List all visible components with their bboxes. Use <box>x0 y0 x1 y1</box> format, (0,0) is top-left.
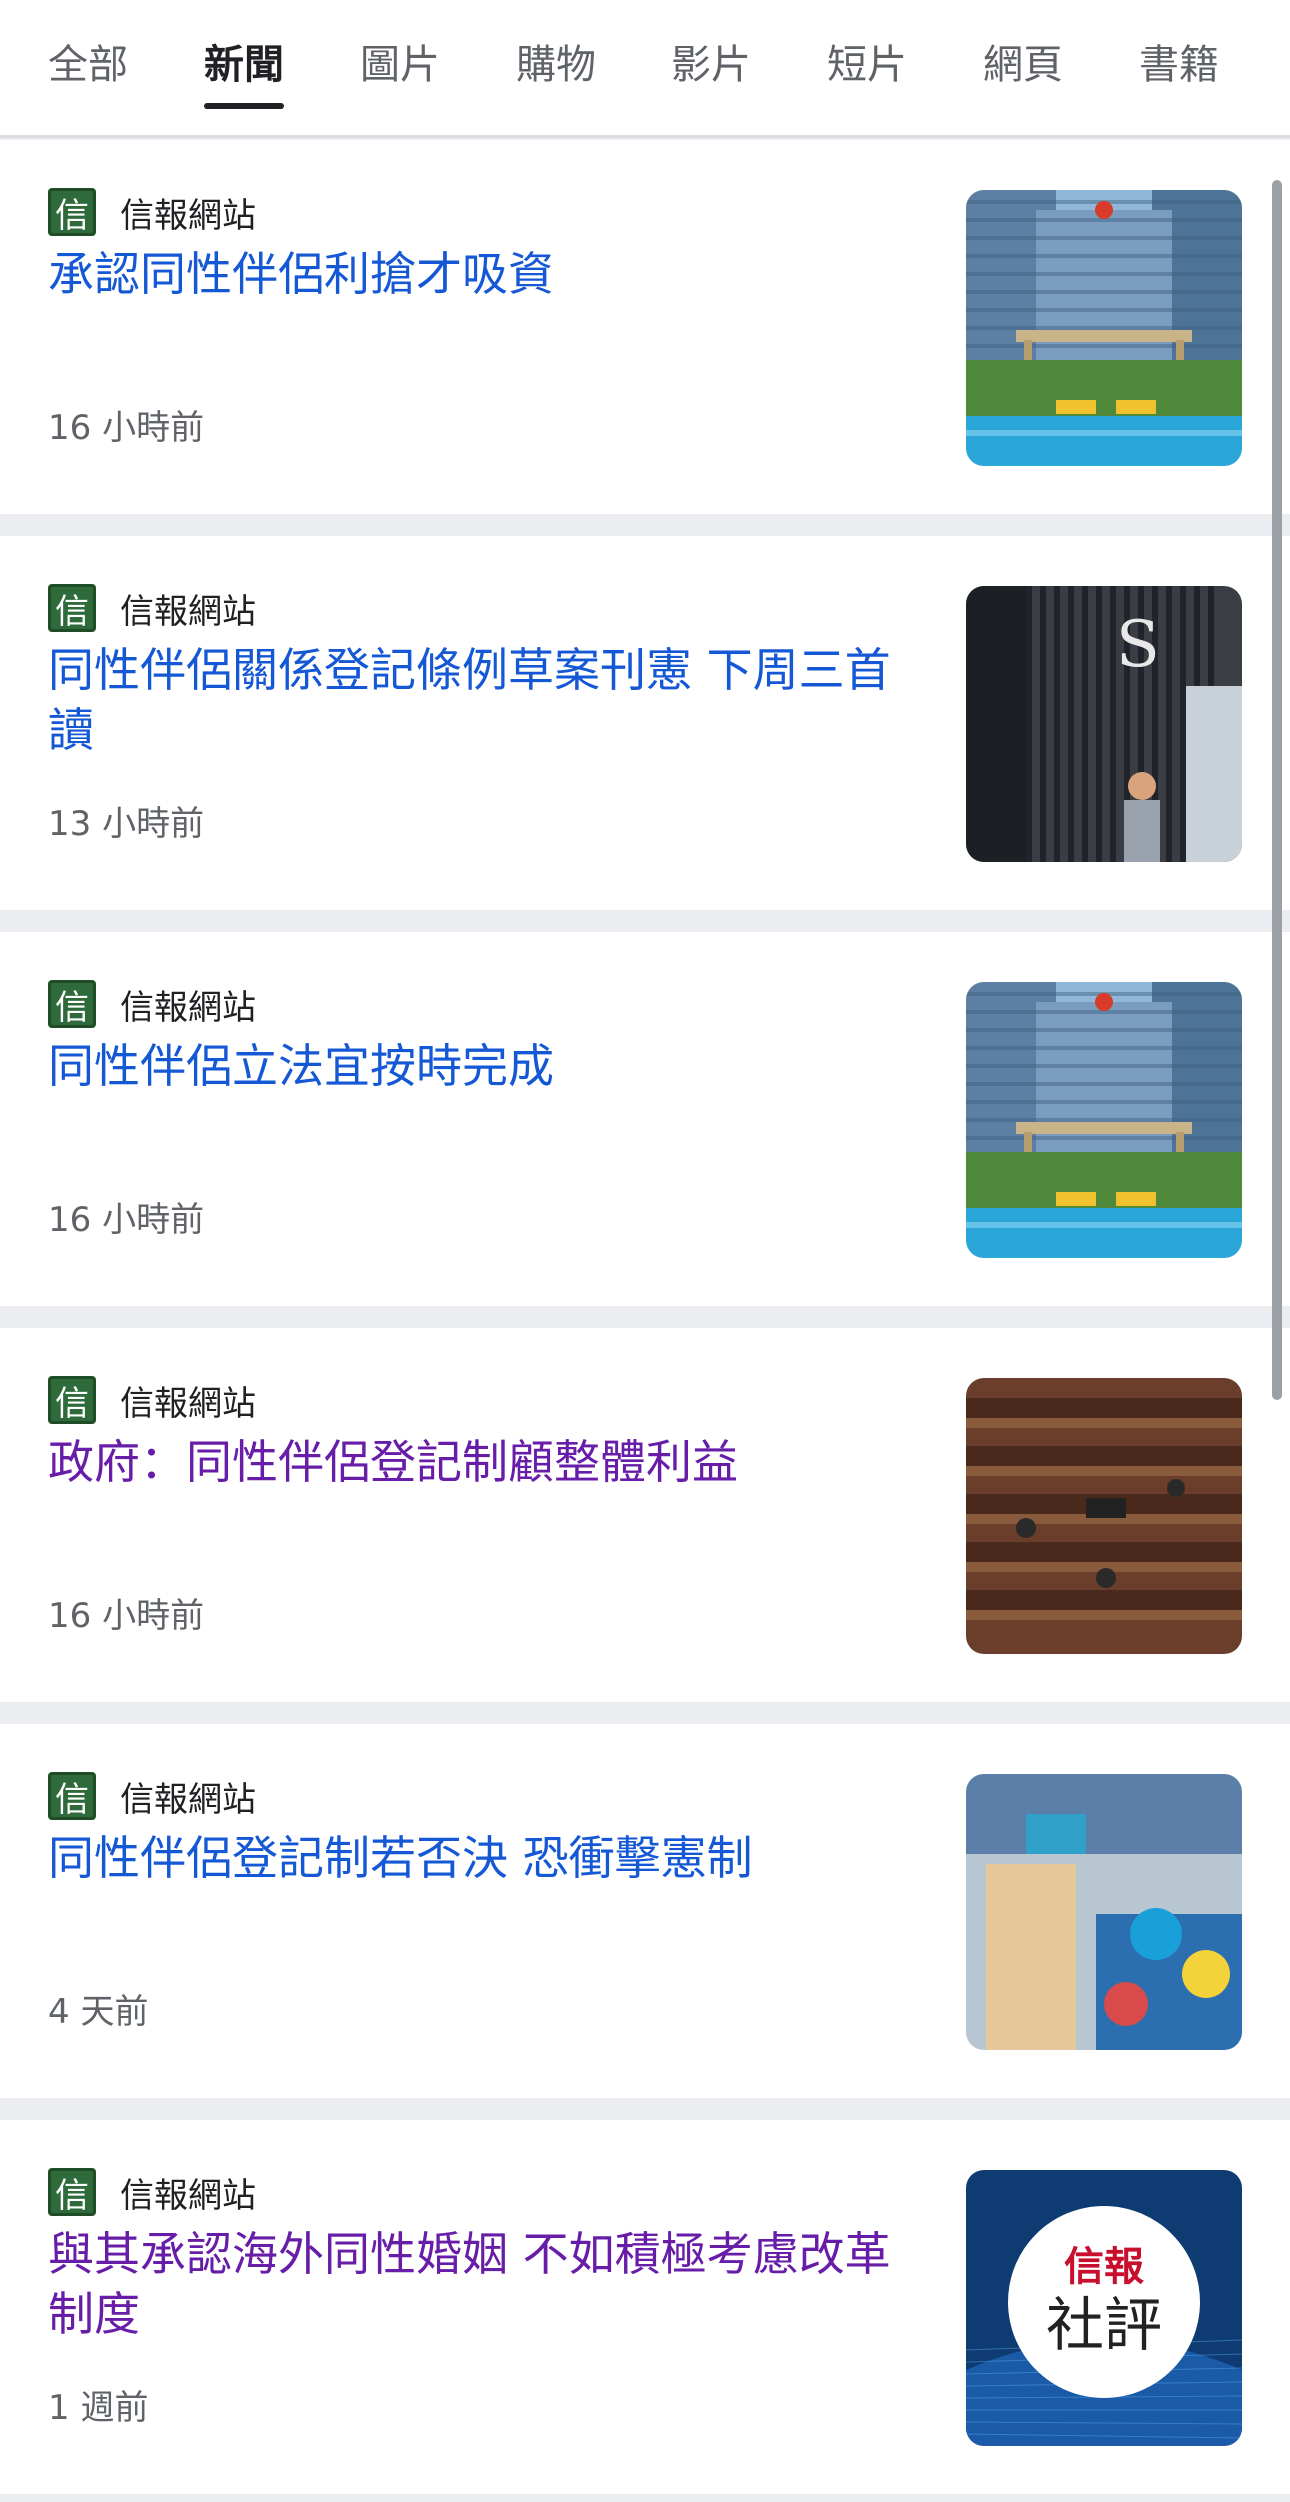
headline-link[interactable]: 同性伴侶登記制若否決 恐衝擊憲制 <box>48 1828 908 1888</box>
timestamp: 16 小時前 <box>48 1200 205 1240</box>
tab-label: 全部 <box>48 42 128 88</box>
source-row: 信信報網站 <box>48 1376 256 1424</box>
publisher-favicon-icon: 信 <box>48 584 96 632</box>
tab-label: 網頁 <box>983 42 1063 88</box>
timestamp: 13 小時前 <box>48 804 205 844</box>
publisher-favicon-icon: 信 <box>48 2168 96 2216</box>
news-result-card[interactable]: 信信報網站與其承認海外同性婚姻 不如積極考慮改革制度 1 週前 信報 社評 <box>0 2120 1290 2494</box>
timestamp: 4 天前 <box>48 1992 149 2032</box>
editorial-logo-image[interactable]: 信報 社評 <box>966 2170 1242 2446</box>
headline-link[interactable]: 政府：同性伴侶登記制顧整體利益 <box>48 1432 908 1492</box>
scrollbar[interactable] <box>1272 180 1282 1400</box>
source-row: 信信報網站 <box>48 188 256 236</box>
svg-text:信報: 信報 <box>1064 2243 1144 2290</box>
tab-label: 新聞 <box>204 42 284 88</box>
publisher-favicon-icon: 信 <box>48 188 96 236</box>
publisher-favicon-icon: 信 <box>48 1772 96 1820</box>
street-crowd-image[interactable] <box>966 1774 1242 2050</box>
publisher-favicon-icon: 信 <box>48 980 96 1028</box>
tab-news[interactable]: 新聞 <box>204 40 284 109</box>
source-row: 信信報網站 <box>48 584 256 632</box>
tab-label: 影片 <box>671 42 751 88</box>
timestamp: 16 小時前 <box>48 408 205 448</box>
source-name: 信報網站 <box>120 2175 256 2216</box>
tab-books[interactable]: 書籍 <box>1139 40 1219 90</box>
source-name: 信報網站 <box>120 591 256 632</box>
tab-short-videos[interactable]: 短片 <box>827 40 907 90</box>
svg-text:社評: 社評 <box>1046 2291 1162 2359</box>
headline-link[interactable]: 同性伴侶立法宜按時完成 <box>48 1036 908 1096</box>
source-name: 信報網站 <box>120 1383 256 1424</box>
tab-images[interactable]: 圖片 <box>360 40 440 90</box>
tab-web[interactable]: 網頁 <box>983 40 1063 90</box>
tab-shopping[interactable]: 購物 <box>516 40 596 90</box>
news-result-card[interactable]: 信信報網站承認同性伴侶利搶才吸資 16 小時前 <box>0 140 1290 514</box>
source-row: 信信報網站 <box>48 980 256 1028</box>
news-result-card[interactable]: 信信報網站同性伴侶關係登記條例草案刊憲 下周三首讀 13 小時前 S <box>0 536 1290 910</box>
headline-link[interactable]: 承認同性伴侶利搶才吸資 <box>48 244 908 304</box>
building-pool-image[interactable] <box>966 982 1242 1258</box>
source-row: 信信報網站 <box>48 1772 256 1820</box>
source-name: 信報網站 <box>120 195 256 236</box>
timestamp: 1 週前 <box>48 2388 149 2428</box>
headline-link[interactable]: 與其承認海外同性婚姻 不如積極考慮改革制度 <box>48 2224 908 2344</box>
tab-label: 書籍 <box>1139 42 1219 88</box>
source-name: 信報網站 <box>120 1779 256 1820</box>
search-tabs-bar: 全部 新聞 圖片 購物 影片 短片 網頁 書籍 <box>0 0 1290 138</box>
publisher-favicon-icon: 信 <box>48 1376 96 1424</box>
timestamp: 16 小時前 <box>48 1596 205 1636</box>
headline-link[interactable]: 同性伴侶關係登記條例草案刊憲 下周三首讀 <box>48 640 908 760</box>
source-row: 信信報網站 <box>48 2168 256 2216</box>
news-result-card[interactable]: 信信報網站同性伴侶立法宜按時完成 16 小時前 <box>0 932 1290 1306</box>
building-pool-image[interactable] <box>966 190 1242 466</box>
legislative-chamber-image[interactable] <box>966 1378 1242 1654</box>
tab-label: 購物 <box>516 42 596 88</box>
source-name: 信報網站 <box>120 987 256 1028</box>
active-tab-indicator <box>204 103 284 109</box>
news-results-page: 全部 新聞 圖片 購物 影片 短片 網頁 書籍 信信報網站 承認同性伴侶利搶才吸資 16 小時前信… <box>0 0 1290 2502</box>
svg-text:S: S <box>1116 608 1160 682</box>
news-result-card[interactable]: 信信報網站同性伴侶登記制若否決 恐衝擊憲制 4 天前 <box>0 1724 1290 2098</box>
tab-label: 圖片 <box>360 42 440 88</box>
tab-all[interactable]: 全部 <box>48 40 128 90</box>
building-person-image[interactable]: S <box>966 586 1242 862</box>
news-result-card[interactable]: 信信報網站政府：同性伴侶登記制顧整體利益 16 小時前 <box>0 1328 1290 1702</box>
tab-videos[interactable]: 影片 <box>671 40 751 90</box>
tab-label: 短片 <box>827 42 907 88</box>
